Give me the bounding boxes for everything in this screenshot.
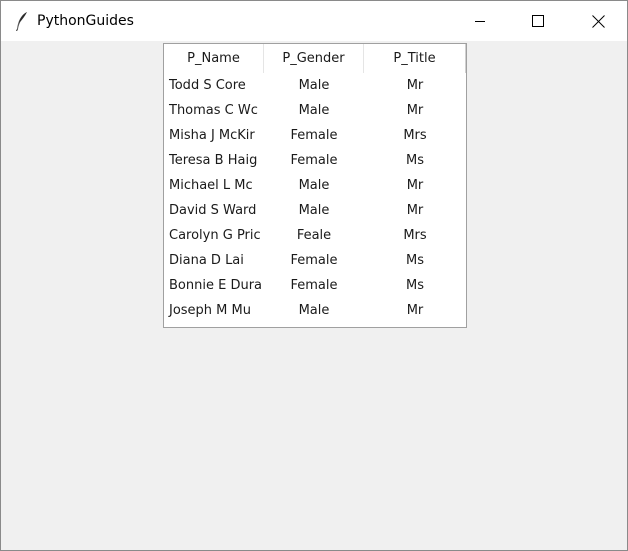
table-body: Todd S Core Male Mr Thomas C Wc Male Mr … bbox=[164, 73, 466, 323]
cell-gender: Male bbox=[298, 303, 330, 318]
minimize-icon bbox=[474, 15, 486, 27]
table-row[interactable]: Carolyn G Pric Feale Mrs bbox=[164, 223, 466, 248]
cell-gender: Male bbox=[298, 78, 330, 93]
cell-gender: Female bbox=[290, 128, 338, 143]
cell-title: Mr bbox=[406, 203, 424, 218]
table-row[interactable]: Misha J McKir Female Mrs bbox=[164, 123, 466, 148]
cell-title: Mr bbox=[406, 103, 424, 118]
table-row[interactable]: Teresa B Haig Female Ms bbox=[164, 148, 466, 173]
cell-name: Diana D Lai bbox=[169, 253, 244, 268]
window-title: PythonGuides bbox=[37, 13, 134, 29]
cell-gender: Male bbox=[298, 203, 330, 218]
table-row[interactable]: Thomas C Wc Male Mr bbox=[164, 98, 466, 123]
cell-name: David S Ward bbox=[169, 203, 257, 218]
cell-name: Teresa B Haig bbox=[169, 153, 258, 168]
maximize-button[interactable] bbox=[509, 1, 567, 41]
table-row[interactable]: Joseph M Mu Male Mr bbox=[164, 298, 466, 323]
table-header: P_Name P_Gender P_Title bbox=[164, 44, 466, 73]
cell-gender: Female bbox=[290, 253, 338, 268]
cell-title: Ms bbox=[406, 153, 424, 168]
cell-name: Todd S Core bbox=[169, 78, 246, 93]
cell-title: Ms bbox=[406, 278, 424, 293]
cell-title: Mr bbox=[406, 303, 424, 318]
maximize-icon bbox=[532, 15, 544, 27]
cell-name: Thomas C Wc bbox=[169, 103, 258, 118]
cell-name: Bonnie E Dura bbox=[169, 278, 262, 293]
column-header-gender[interactable]: P_Gender bbox=[264, 44, 364, 73]
cell-gender: Male bbox=[298, 103, 330, 118]
minimize-button[interactable] bbox=[451, 1, 509, 41]
cell-title: Ms bbox=[406, 253, 424, 268]
table-row[interactable]: Bonnie E Dura Female Ms bbox=[164, 273, 466, 298]
table-row[interactable]: Michael L Mc Male Mr bbox=[164, 173, 466, 198]
feather-icon bbox=[15, 11, 29, 32]
column-header-name[interactable]: P_Name bbox=[164, 44, 264, 73]
column-header-title[interactable]: P_Title bbox=[364, 44, 466, 73]
title-bar[interactable]: PythonGuides bbox=[1, 1, 627, 41]
cell-title: Mr bbox=[406, 178, 424, 193]
window-content: P_Name P_Gender P_Title Todd S Core Male… bbox=[1, 41, 627, 550]
cell-gender: Female bbox=[290, 278, 338, 293]
cell-title: Mrs bbox=[403, 128, 427, 143]
table-row[interactable]: Diana D Lai Female Ms bbox=[164, 248, 466, 273]
close-icon bbox=[591, 14, 605, 28]
cell-title: Mrs bbox=[403, 228, 427, 243]
cell-name: Carolyn G Pric bbox=[169, 228, 261, 243]
cell-title: Mr bbox=[406, 78, 424, 93]
close-button[interactable] bbox=[569, 1, 627, 41]
people-treeview[interactable]: P_Name P_Gender P_Title Todd S Core Male… bbox=[163, 43, 467, 328]
table-row[interactable]: Todd S Core Male Mr bbox=[164, 73, 466, 98]
table-row[interactable]: David S Ward Male Mr bbox=[164, 198, 466, 223]
cell-gender: Female bbox=[290, 153, 338, 168]
cell-gender: Feale bbox=[296, 228, 332, 243]
cell-name: Joseph M Mu bbox=[169, 303, 251, 318]
cell-gender: Male bbox=[298, 178, 330, 193]
app-window: PythonGuides P_Name P_Gender P_Title Tod… bbox=[0, 0, 628, 551]
cell-name: Michael L Mc bbox=[169, 178, 253, 193]
cell-name: Misha J McKir bbox=[169, 128, 255, 143]
